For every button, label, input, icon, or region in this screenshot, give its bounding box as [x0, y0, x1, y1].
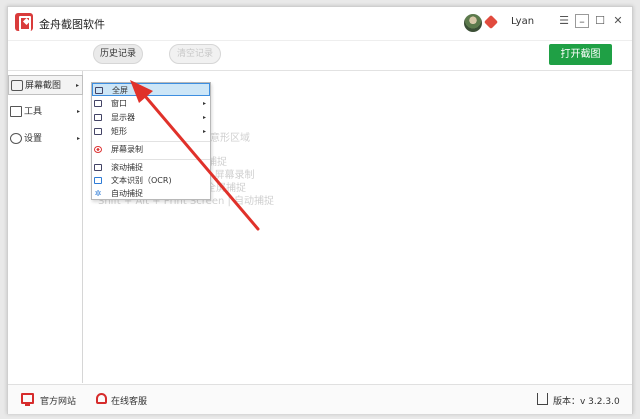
- menu-item-label: 矩形: [111, 127, 127, 136]
- history-button[interactable]: 历史记录: [93, 44, 143, 64]
- menu-item-label: 文本识别（OCR): [111, 176, 172, 185]
- app-logo-icon: [15, 13, 33, 31]
- fullscreen-icon: [95, 87, 103, 94]
- chevron-right-icon: ▸: [76, 108, 80, 115]
- ocr-icon: [94, 177, 102, 184]
- tools-icon: [10, 106, 22, 117]
- capture-dropdown-menu: 全屏 窗口 ▸ 显示器 ▸ 矩形 ▸ 屏幕录制 滚动捕捉 文本识别（OCR) ✲…: [91, 82, 211, 200]
- update-icon[interactable]: [537, 393, 548, 405]
- menu-item-label: 全屏: [112, 86, 128, 95]
- minimize-button[interactable]: –: [575, 14, 589, 28]
- menu-item-label: 显示器: [111, 113, 135, 122]
- menu-item-ocr[interactable]: 文本识别（OCR): [92, 174, 210, 187]
- clear-history-button: 清空记录: [169, 44, 221, 64]
- avatar[interactable]: [464, 14, 482, 32]
- sidebar-item-settings[interactable]: 设置 ▸: [8, 129, 83, 149]
- screenshot-icon: [11, 80, 23, 91]
- sidebar-item-tools[interactable]: 工具 ▸: [8, 102, 83, 122]
- record-icon: [94, 146, 102, 153]
- titlebar-divider: [8, 40, 632, 41]
- menu-item-label: 屏幕录制: [111, 145, 143, 154]
- chevron-right-icon: ▸: [202, 114, 206, 121]
- menu-divider: [110, 141, 210, 142]
- open-screenshot-button[interactable]: 打开截图: [549, 44, 612, 65]
- website-icon[interactable]: [21, 393, 34, 406]
- window-icon: [94, 100, 102, 107]
- scroll-capture-icon: [94, 164, 102, 171]
- chevron-right-icon: ▸: [75, 82, 79, 89]
- sidebar: 屏幕截图 ▸ 工具 ▸ 设置 ▸: [8, 71, 83, 383]
- sidebar-item-screenshot[interactable]: 屏幕截图 ▸: [8, 75, 83, 95]
- menu-item-label: 窗口: [111, 99, 127, 108]
- statusbar: 官方网站 在线客服 版本：v 3.2.3.0: [8, 384, 632, 414]
- menu-item-label: 自动捕捉: [111, 189, 143, 198]
- app-window: 金舟截图软件 Lyan ☰ – ☐ ✕ 历史记录 清空记录 打开截图 屏幕截图 …: [7, 6, 633, 414]
- customer-service-icon[interactable]: [96, 393, 107, 404]
- menu-item-screen-record[interactable]: 屏幕录制: [92, 143, 210, 156]
- menu-divider: [110, 159, 210, 160]
- titlebar: 金舟截图软件 Lyan ☰ – ☐ ✕: [8, 7, 632, 40]
- menu-item-scroll-capture[interactable]: 滚动捕捉: [92, 161, 210, 174]
- maximize-button[interactable]: ☐: [593, 14, 607, 28]
- menu-item-auto-capture[interactable]: ✲ 自动捕捉: [92, 187, 210, 200]
- vip-badge-icon[interactable]: [483, 14, 499, 30]
- monitor-icon: [94, 114, 102, 121]
- official-site-link[interactable]: 官方网站: [40, 394, 76, 407]
- username[interactable]: Lyan: [511, 16, 534, 27]
- auto-capture-icon: ✲: [94, 189, 102, 198]
- sidebar-item-label: 工具: [24, 107, 43, 117]
- settings-icon: [10, 133, 22, 144]
- menu-item-label: 滚动捕捉: [111, 163, 143, 172]
- version-label: 版本：v 3.2.3.0: [553, 397, 620, 407]
- menu-item-fullscreen[interactable]: 全屏: [92, 83, 210, 96]
- menu-item-monitor[interactable]: 显示器 ▸: [92, 111, 210, 124]
- toolbar-divider: [8, 70, 632, 71]
- menu-button[interactable]: ☰: [557, 14, 571, 28]
- chevron-right-icon: ▸: [202, 100, 206, 107]
- app-title: 金舟截图软件: [39, 18, 105, 31]
- chevron-right-icon: ▸: [202, 128, 206, 135]
- online-service-link[interactable]: 在线客服: [111, 394, 147, 407]
- rectangle-icon: [94, 128, 102, 135]
- close-button[interactable]: ✕: [611, 14, 625, 28]
- chevron-right-icon: ▸: [76, 135, 80, 142]
- sidebar-item-label: 屏幕截图: [25, 81, 62, 91]
- sidebar-item-label: 设置: [24, 134, 43, 144]
- menu-item-rectangle[interactable]: 矩形 ▸: [92, 125, 210, 138]
- menu-item-window[interactable]: 窗口 ▸: [92, 97, 210, 110]
